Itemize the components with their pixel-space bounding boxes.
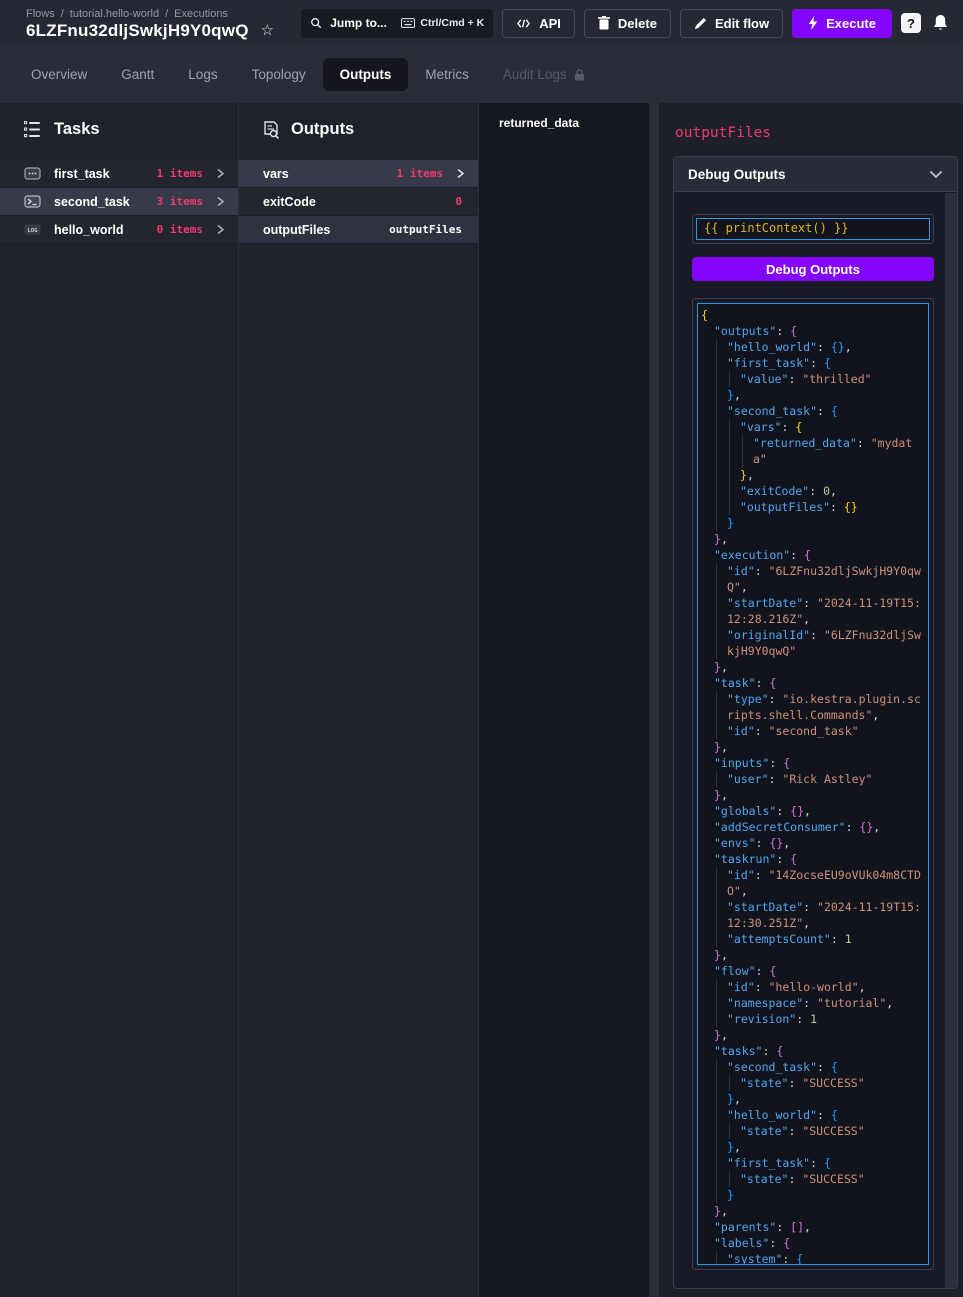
output-row-exitcode[interactable]: exitCode 0: [239, 188, 478, 216]
tab-metrics[interactable]: Metrics: [408, 58, 486, 91]
bell-icon[interactable]: [932, 14, 949, 32]
delete-button[interactable]: Delete: [584, 9, 671, 38]
api-icon: [516, 18, 531, 29]
delete-button-label: Delete: [618, 16, 657, 31]
tab-gantt[interactable]: Gantt: [104, 58, 171, 91]
search-shortcut: Ctrl/Cmd + K: [420, 17, 484, 29]
svg-text:LOG: LOG: [27, 228, 38, 234]
debug-outputs-button[interactable]: Debug Outputs: [692, 257, 934, 281]
chevron-right-icon: [215, 223, 226, 236]
search-label: Jump to...: [330, 16, 387, 30]
star-icon[interactable]: ☆: [261, 23, 274, 38]
tab-outputs[interactable]: Outputs: [323, 58, 409, 91]
output-value: outputFiles: [389, 223, 462, 236]
output-name: exitCode: [263, 195, 316, 209]
keyboard-icon: [401, 18, 415, 28]
pencil-icon: [694, 17, 707, 30]
task-row-second-task[interactable]: second_task 3 items: [0, 188, 238, 216]
output-name: outputFiles: [263, 223, 330, 237]
search-icon: [310, 17, 322, 29]
chevron-right-icon: [215, 195, 226, 208]
output-name: vars: [263, 167, 289, 181]
outputs-panel-title: Outputs: [291, 120, 354, 139]
output-count: 1 items: [397, 167, 443, 180]
debug-json-code: {"outputs": {"hello_world": {},"first_ta…: [697, 303, 929, 1265]
chevron-right-icon: [215, 167, 226, 180]
api-button-label: API: [539, 16, 561, 31]
lightning-icon: [808, 16, 818, 30]
breadcrumb-flows[interactable]: Flows: [26, 8, 55, 20]
execution-tabs: Overview Gantt Logs Topology Outputs Met…: [0, 46, 963, 103]
log-task-icon: LOG: [24, 223, 41, 236]
breadcrumb: Flows / tutorial.hello-world / Execution…: [26, 8, 274, 20]
task-row-first-task[interactable]: first_task 1 items: [0, 160, 238, 188]
search-input[interactable]: Jump to... Ctrl/Cmd + K: [301, 9, 493, 38]
debug-outputs-header[interactable]: Debug Outputs: [674, 157, 957, 192]
breadcrumb-executions[interactable]: Executions: [174, 8, 228, 20]
output-value: 0: [455, 195, 462, 208]
preview-breadcrumb: returned_data: [499, 116, 629, 130]
breadcrumb-flow-id[interactable]: tutorial.hello-world: [70, 8, 159, 20]
tab-overview[interactable]: Overview: [14, 58, 104, 91]
task-count: 0 items: [157, 223, 203, 236]
execute-button[interactable]: Execute: [792, 9, 892, 38]
lock-icon: [574, 69, 585, 81]
output-row-vars[interactable]: vars 1 items: [239, 160, 478, 188]
edit-flow-button[interactable]: Edit flow: [680, 9, 783, 38]
breadcrumb-separator: /: [165, 8, 168, 20]
edit-flow-button-label: Edit flow: [715, 16, 769, 31]
trash-icon: [598, 16, 610, 30]
tasks-panel-title: Tasks: [54, 120, 100, 139]
api-button[interactable]: API: [502, 9, 575, 38]
scrollbar[interactable]: [945, 193, 957, 1288]
debug-outputs-card: Debug Outputs {{ printContext() }} Debug…: [673, 156, 958, 1289]
tab-audit-logs[interactable]: Audit Logs: [486, 58, 602, 91]
task-name: first_task: [54, 167, 110, 181]
breadcrumb-separator: /: [61, 8, 64, 20]
tab-topology[interactable]: Topology: [235, 58, 323, 91]
panel-resize-handle[interactable]: [650, 103, 659, 1297]
help-icon[interactable]: ?: [901, 13, 921, 33]
task-row-hello-world[interactable]: LOG hello_world 0 items: [0, 216, 238, 244]
return-task-icon: [24, 167, 41, 180]
outputs-file-search-icon: [263, 121, 280, 139]
task-count: 3 items: [157, 195, 203, 208]
debug-column: outputFiles Debug Outputs {{ printContex…: [650, 103, 963, 1297]
tab-logs[interactable]: Logs: [171, 58, 234, 91]
task-name: second_task: [54, 195, 130, 209]
tasks-panel: Tasks first_task 1 items second_task 3 i…: [0, 103, 239, 1297]
top-bar: Flows / tutorial.hello-world / Execution…: [0, 0, 963, 46]
preview-column: returned_data: [479, 103, 650, 1297]
expression-editor: {{ printContext() }}: [692, 214, 934, 244]
shell-task-icon: [24, 195, 41, 208]
outputs-panel: Outputs vars 1 items exitCode 0 outputFi…: [239, 103, 479, 1297]
tasks-list-icon: [24, 121, 43, 138]
debug-output-title: outputFiles: [675, 125, 958, 141]
chevron-down-icon[interactable]: [929, 170, 943, 179]
execute-button-label: Execute: [826, 16, 876, 31]
debug-result-editor: {"outputs": {"hello_world": {},"first_ta…: [692, 298, 934, 1270]
task-count: 1 items: [157, 167, 203, 180]
chevron-right-icon: [455, 167, 466, 180]
task-name: hello_world: [54, 223, 123, 237]
expression-input[interactable]: {{ printContext() }}: [696, 218, 930, 240]
output-row-outputfiles[interactable]: outputFiles outputFiles: [239, 216, 478, 244]
debug-outputs-header-label: Debug Outputs: [688, 167, 786, 182]
page-title: 6LZFnu32dljSwkjH9Y0qwQ: [26, 21, 249, 41]
